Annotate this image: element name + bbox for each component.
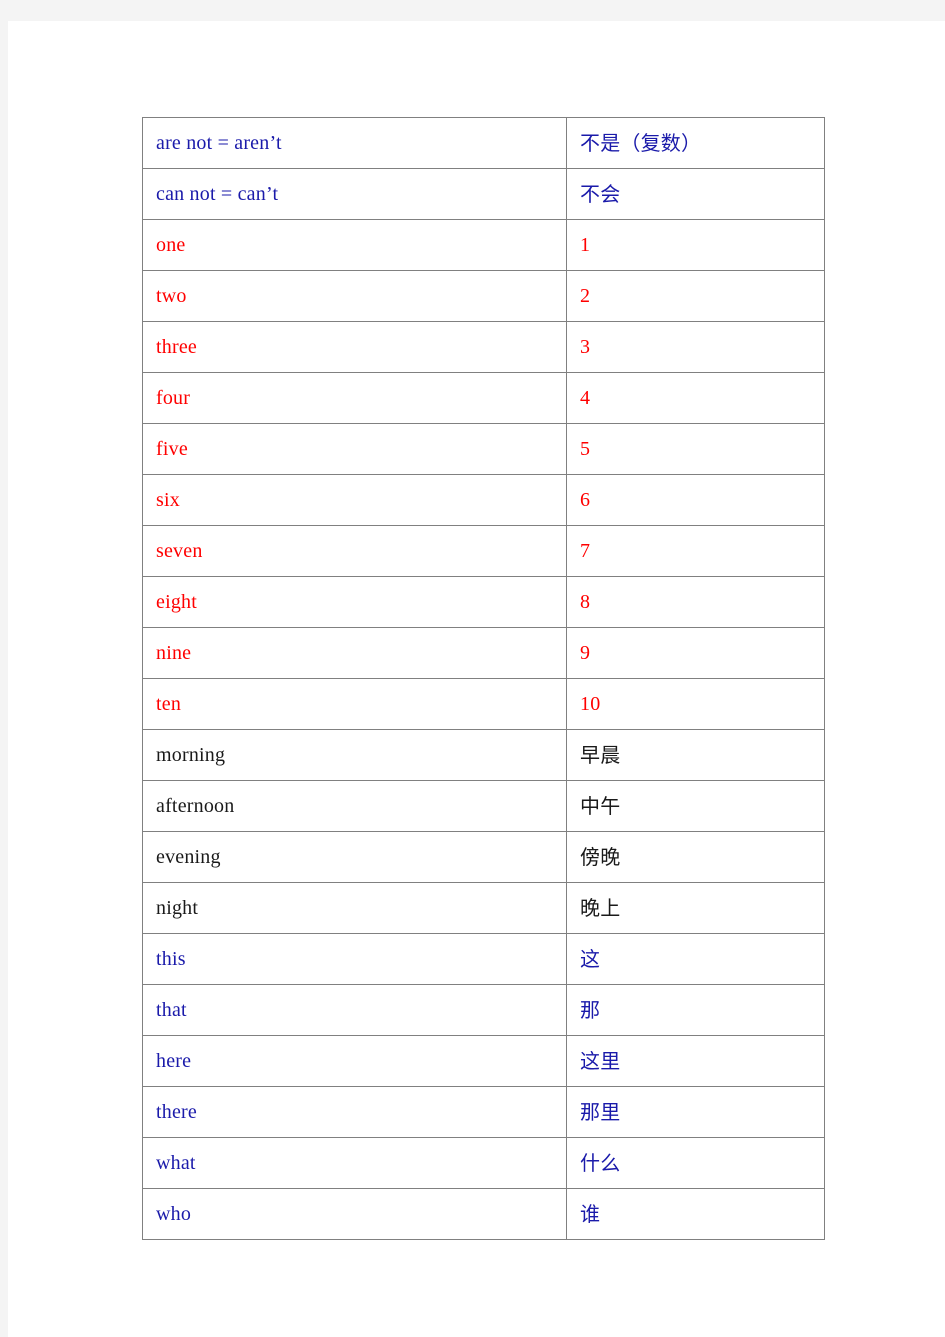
table-row: ten 10 xyxy=(142,678,825,730)
table-row: seven 7 xyxy=(142,525,825,577)
vocabulary-term-cell: eight xyxy=(142,576,567,628)
vocabulary-meaning-cell: 8 xyxy=(566,576,825,628)
vocabulary-term-cell: evening xyxy=(142,831,567,883)
vocabulary-meaning-cell: 4 xyxy=(566,372,825,424)
vocabulary-term-cell: six xyxy=(142,474,567,526)
table-row: are not = aren’t 不是（复数） xyxy=(142,117,825,169)
vocabulary-meaning-cell: 9 xyxy=(566,627,825,679)
vocabulary-meaning-cell: 什么 xyxy=(566,1137,825,1189)
vocabulary-meaning-cell: 不是（复数） xyxy=(566,117,825,169)
vocabulary-term-cell: ten xyxy=(142,678,567,730)
vocabulary-meaning-cell: 那里 xyxy=(566,1086,825,1138)
table-row: who 谁 xyxy=(142,1188,825,1240)
table-row: evening 傍晚 xyxy=(142,831,825,883)
vocabulary-term-cell: are not = aren’t xyxy=(142,117,567,169)
vocabulary-meaning-cell: 1 xyxy=(566,219,825,271)
vocabulary-term-cell: morning xyxy=(142,729,567,781)
vocabulary-meaning-cell: 这 xyxy=(566,933,825,985)
table-row: this 这 xyxy=(142,933,825,985)
vocabulary-term-cell: seven xyxy=(142,525,567,577)
vocabulary-meaning-cell: 6 xyxy=(566,474,825,526)
table-row: nine 9 xyxy=(142,627,825,679)
table-row: six 6 xyxy=(142,474,825,526)
vocabulary-term-cell: five xyxy=(142,423,567,475)
table-row: that 那 xyxy=(142,984,825,1036)
vocabulary-meaning-cell: 这里 xyxy=(566,1035,825,1087)
vocabulary-term-cell: this xyxy=(142,933,567,985)
vocabulary-meaning-cell: 3 xyxy=(566,321,825,373)
table-row: afternoon 中午 xyxy=(142,780,825,832)
table-row: here 这里 xyxy=(142,1035,825,1087)
vocabulary-term-cell: that xyxy=(142,984,567,1036)
table-row: night 晚上 xyxy=(142,882,825,934)
vocabulary-term-cell: what xyxy=(142,1137,567,1189)
vocabulary-table: are not = aren’t 不是（复数） can not = can’t 不会 o… xyxy=(142,117,825,1240)
vocabulary-term-cell: can not = can’t xyxy=(142,168,567,220)
vocabulary-table-body: are not = aren’t 不是（复数） can not = can’t 不会 o… xyxy=(142,117,825,1240)
table-row: what 什么 xyxy=(142,1137,825,1189)
vocabulary-term-cell: four xyxy=(142,372,567,424)
table-row: can not = can’t 不会 xyxy=(142,168,825,220)
table-row: two 2 xyxy=(142,270,825,322)
vocabulary-term-cell: two xyxy=(142,270,567,322)
table-row: four 4 xyxy=(142,372,825,424)
vocabulary-meaning-cell: 早晨 xyxy=(566,729,825,781)
vocabulary-meaning-cell: 那 xyxy=(566,984,825,1036)
vocabulary-meaning-cell: 谁 xyxy=(566,1188,825,1240)
table-row: three 3 xyxy=(142,321,825,373)
vocabulary-meaning-cell: 不会 xyxy=(566,168,825,220)
vocabulary-meaning-cell: 中午 xyxy=(566,780,825,832)
document-page: are not = aren’t 不是（复数） can not = can’t 不会 o… xyxy=(8,21,945,1337)
vocabulary-term-cell: three xyxy=(142,321,567,373)
table-row: there 那里 xyxy=(142,1086,825,1138)
vocabulary-meaning-cell: 7 xyxy=(566,525,825,577)
table-row: eight 8 xyxy=(142,576,825,628)
vocabulary-term-cell: there xyxy=(142,1086,567,1138)
vocabulary-term-cell: nine xyxy=(142,627,567,679)
vocabulary-meaning-cell: 2 xyxy=(566,270,825,322)
vocabulary-term-cell: night xyxy=(142,882,567,934)
table-row: one 1 xyxy=(142,219,825,271)
table-row: morning 早晨 xyxy=(142,729,825,781)
vocabulary-term-cell: here xyxy=(142,1035,567,1087)
vocabulary-term-cell: one xyxy=(142,219,567,271)
vocabulary-meaning-cell: 晚上 xyxy=(566,882,825,934)
vocabulary-meaning-cell: 10 xyxy=(566,678,825,730)
vocabulary-meaning-cell: 傍晚 xyxy=(566,831,825,883)
vocabulary-term-cell: who xyxy=(142,1188,567,1240)
table-row: five 5 xyxy=(142,423,825,475)
vocabulary-meaning-cell: 5 xyxy=(566,423,825,475)
vocabulary-term-cell: afternoon xyxy=(142,780,567,832)
